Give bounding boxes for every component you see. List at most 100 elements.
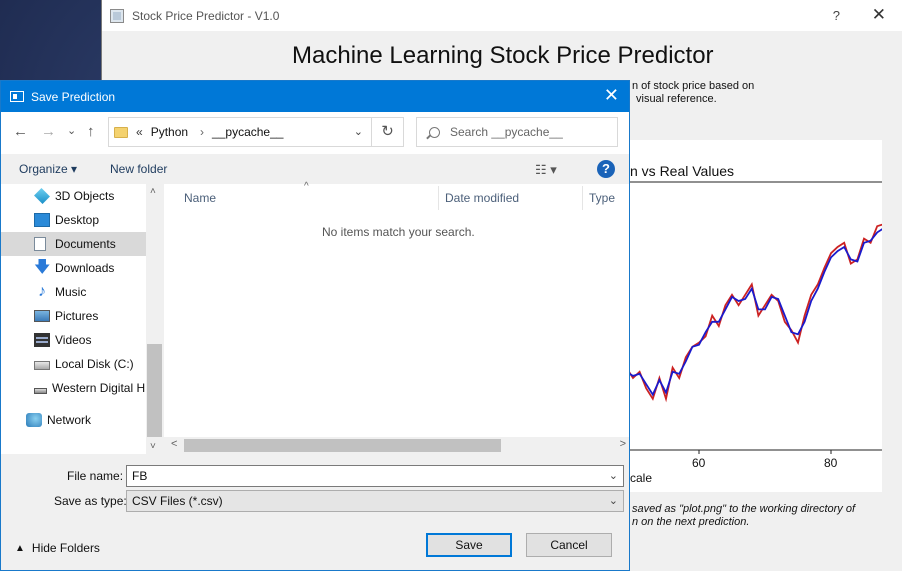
chart-x-axis-label: cale: [630, 471, 653, 485]
column-header-date-modified[interactable]: Date modified: [445, 191, 519, 205]
file-name-value: FB: [132, 469, 148, 483]
nav-item-3d-objects[interactable]: 3D Objects: [1, 184, 146, 208]
nav-item-music[interactable]: ♪ Music: [1, 280, 146, 304]
sort-ascending-icon: ^: [304, 181, 309, 192]
app-title: Stock Price Predictor - V1.0: [132, 8, 280, 23]
drive-icon: [34, 388, 47, 394]
chart-x-tick-label: 60: [692, 456, 706, 470]
scroll-up-icon[interactable]: ˄: [150, 186, 156, 197]
nav-item-label: Documents: [55, 237, 116, 251]
hide-folders-label: Hide Folders: [31, 541, 100, 555]
forward-arrow-icon[interactable]: →: [41, 123, 56, 140]
nav-item-desktop[interactable]: Desktop: [1, 208, 146, 232]
new-folder-button[interactable]: New folder: [110, 162, 167, 176]
nav-item-label: Western Digital H: [52, 381, 146, 395]
breadcrumb-separator[interactable]: ›: [200, 125, 204, 139]
cube-3d-icon: [34, 188, 50, 204]
scrollbar-thumb[interactable]: [147, 344, 162, 437]
nav-item-pictures[interactable]: Pictures: [1, 304, 146, 328]
nav-item-label: Network: [47, 413, 92, 427]
column-divider[interactable]: [582, 186, 583, 210]
download-arrow-icon: 🡇: [34, 259, 51, 276]
nav-item-videos[interactable]: Videos: [1, 328, 146, 352]
chevron-up-icon: ▲: [15, 542, 25, 554]
app-footnote-line-1: saved as "plot.png" to the working direc…: [632, 503, 856, 515]
scrollbar-thumb[interactable]: [184, 439, 501, 452]
empty-results-message: No items match your search.: [322, 225, 475, 239]
nav-item-downloads[interactable]: 🡇 Downloads: [1, 256, 146, 280]
address-dropdown-icon[interactable]: ⌄: [354, 125, 363, 138]
file-name-label: File name:: [67, 469, 124, 483]
organize-menu[interactable]: Organize ▾: [19, 162, 77, 176]
dialog-close-button[interactable]: ✕: [604, 85, 619, 106]
chart-series-line-1: [630, 223, 882, 403]
save-dialog: Save Prediction ✕ ← → ⌄ ↑ « Python › __p…: [0, 80, 630, 571]
dialog-titlebar: Save Prediction ✕: [1, 81, 629, 112]
app-window-icon: [110, 8, 124, 23]
chart-x-tick-label: 80: [824, 456, 838, 470]
film-strip-icon: [34, 333, 50, 347]
app-heading: Machine Learning Stock Price Predictor: [292, 42, 714, 69]
app-footnote: saved as "plot.png" to the working direc…: [632, 503, 902, 529]
nav-item-documents[interactable]: Documents: [1, 232, 146, 256]
breadcrumb-python[interactable]: Python: [151, 125, 188, 139]
chevron-down-icon[interactable]: ⌄: [609, 491, 618, 511]
navigation-bar: ← → ⌄ ↑ « Python › __pycache__ ⌄ ↻ Searc…: [1, 112, 629, 154]
local-disk-icon: [34, 361, 50, 370]
save-button[interactable]: Save: [426, 533, 512, 557]
help-icon[interactable]: ?: [597, 160, 615, 178]
nav-item-western-digital[interactable]: Western Digital H: [1, 376, 146, 400]
chevron-down-icon[interactable]: ⌄: [609, 466, 618, 486]
up-arrow-icon[interactable]: ↑: [87, 123, 95, 140]
file-list-horizontal-scrollbar[interactable]: < >: [164, 437, 629, 454]
save-as-type-label: Save as type:: [54, 494, 127, 508]
save-as-type-value: CSV Files (*.csv): [132, 494, 223, 508]
scroll-left-icon[interactable]: <: [171, 438, 177, 450]
address-bar[interactable]: « Python › __pycache__ ⌄: [108, 117, 372, 147]
save-as-type-select[interactable]: CSV Files (*.csv) ⌄: [126, 490, 624, 512]
network-icon: [26, 413, 42, 427]
file-list: ^ Name Date modified Type No items match…: [164, 181, 629, 454]
nav-item-label: Downloads: [55, 261, 115, 275]
nav-item-label: Pictures: [55, 309, 99, 323]
recent-locations-chevron-icon[interactable]: ⌄: [67, 124, 76, 137]
app-help-button[interactable]: ?: [833, 8, 840, 23]
pictures-icon: [34, 310, 50, 322]
nav-item-label: 3D Objects: [55, 189, 115, 203]
scroll-right-icon[interactable]: >: [620, 438, 626, 450]
nav-item-label: Videos: [55, 333, 92, 347]
refresh-button[interactable]: ↻: [372, 117, 404, 147]
scroll-down-icon[interactable]: ˅: [150, 441, 156, 452]
dialog-window-icon: [10, 91, 24, 102]
nav-item-local-disk[interactable]: Local Disk (C:): [1, 352, 146, 376]
search-placeholder: Search __pycache__: [450, 125, 563, 139]
folder-icon: [114, 126, 128, 138]
cancel-button[interactable]: Cancel: [526, 533, 612, 557]
chart-axes: [630, 181, 882, 451]
desktop-icon: [34, 213, 50, 227]
file-name-input[interactable]: FB ⌄: [126, 465, 624, 487]
column-header-name[interactable]: Name: [184, 191, 216, 205]
column-divider[interactable]: [438, 186, 439, 210]
back-arrow-icon[interactable]: ←: [13, 123, 28, 140]
dialog-toolbar: Organize ▾ New folder ☷ ▾ ?: [1, 154, 629, 184]
app-titlebar: Stock Price Predictor - V1.0 ? ✕: [102, 0, 902, 31]
breadcrumb-overflow[interactable]: «: [136, 125, 143, 139]
app-close-button[interactable]: ✕: [872, 5, 886, 25]
nav-pane-scrollbar[interactable]: ˄ ˅: [146, 184, 163, 454]
prediction-chart-panel: n vs Real Values 60 80 cale: [630, 140, 882, 492]
navigation-pane: 3D Objects Desktop Documents 🡇 Downloads…: [1, 184, 163, 454]
hide-folders-toggle[interactable]: ▲ Hide Folders: [15, 541, 100, 555]
nav-item-label: Music: [55, 285, 87, 299]
nav-item-label: Local Disk (C:): [55, 357, 134, 371]
music-note-icon: ♪: [38, 283, 46, 300]
search-box[interactable]: Search __pycache__: [416, 117, 618, 147]
nav-item-network[interactable]: Network: [1, 408, 146, 432]
dialog-title: Save Prediction: [31, 89, 116, 104]
nav-item-label: Desktop: [55, 213, 100, 227]
app-footnote-line-2: n on the next prediction.: [632, 516, 750, 528]
app-description-line-1: n of stock price based on: [632, 80, 755, 92]
breadcrumb-pycache[interactable]: __pycache__: [212, 125, 283, 139]
change-view-icon[interactable]: ☷ ▾: [535, 162, 557, 178]
column-header-type[interactable]: Type: [589, 191, 615, 205]
